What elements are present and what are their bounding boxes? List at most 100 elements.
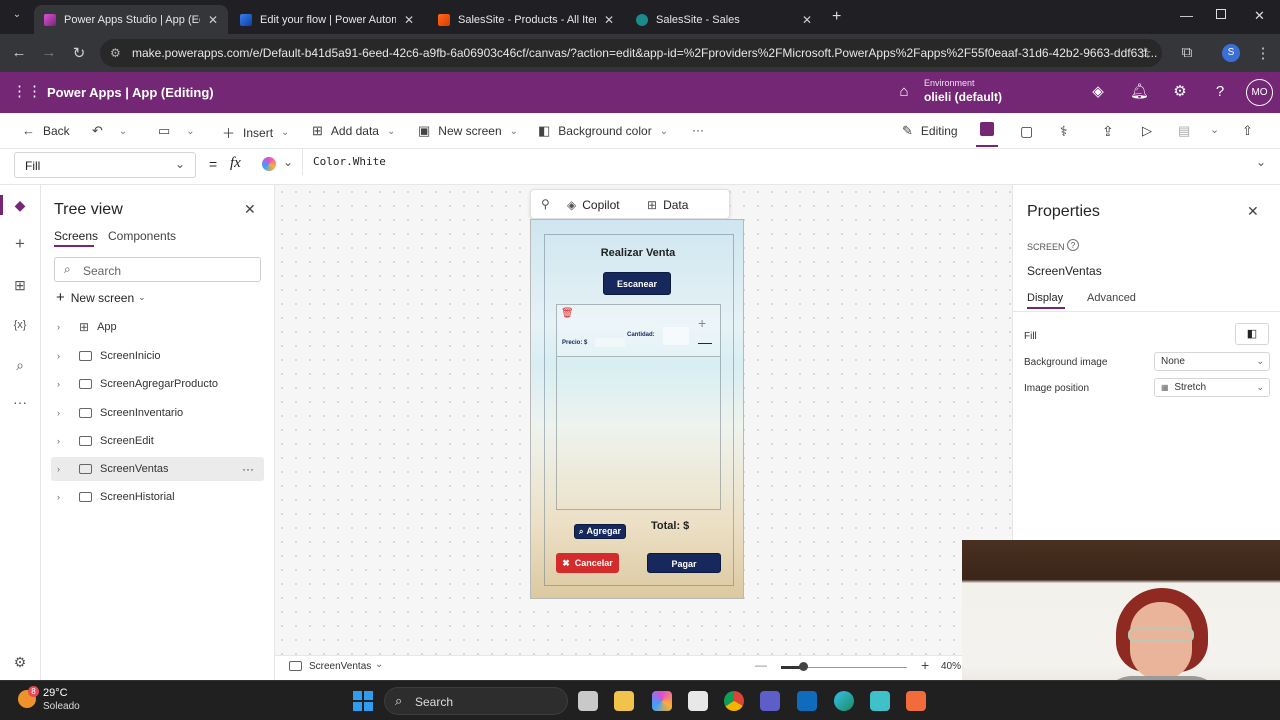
quantity-input[interactable] <box>663 327 689 345</box>
reload-icon[interactable]: ↻ <box>64 44 94 62</box>
increase-plus-icon[interactable]: + <box>698 315 706 331</box>
fx-icon[interactable]: fx <box>230 155 241 172</box>
tab-screens[interactable]: Screens <box>54 229 98 243</box>
browser-tab-salessite-products[interactable]: SalesSite - Products - All Items ✕ <box>428 5 624 34</box>
windows-start-icon[interactable] <box>353 691 373 711</box>
zoom-level[interactable]: 40% <box>941 661 961 672</box>
background-image-dropdown[interactable]: None ⌄ <box>1154 352 1270 371</box>
user-avatar[interactable]: MO <box>1246 79 1273 106</box>
site-info-icon[interactable]: ⚙ <box>110 39 121 67</box>
screen-title[interactable]: Realizar Venta <box>531 247 745 259</box>
chevron-right-icon[interactable]: › <box>57 464 67 474</box>
close-panel-icon[interactable]: ✕ <box>244 201 256 218</box>
store-icon[interactable] <box>688 691 708 711</box>
insert-button[interactable]: ＋ Insert ⌄ <box>222 123 289 142</box>
tab-advanced[interactable]: Advanced <box>1087 292 1136 304</box>
outlook-icon[interactable] <box>797 691 817 711</box>
chevron-right-icon[interactable]: › <box>57 322 67 332</box>
tree-item-screeninicio[interactable]: › ScreenInicio <box>51 344 264 368</box>
maximize-icon[interactable] <box>1216 9 1226 19</box>
environment-value[interactable]: olieli (default) <box>924 90 1002 104</box>
notifications-bell-icon[interactable]: 🔔︎ <box>1130 84 1149 100</box>
expand-formula-icon[interactable]: ⌄ <box>1256 155 1266 169</box>
undo-button[interactable]: ↶ ⌄ <box>92 123 127 139</box>
browser-tab-salessite-sales[interactable]: SalesSite - Sales ✕ <box>626 5 822 34</box>
address-bar[interactable]: ⚙ make.powerapps.com/e/Default-b41d5a91-… <box>100 39 1162 67</box>
bookmark-star-icon[interactable]: ☆ <box>1130 44 1160 62</box>
close-panel-icon[interactable]: ✕ <box>1247 203 1259 220</box>
copilot-app-icon[interactable] <box>652 691 672 711</box>
profile-avatar[interactable]: S <box>1222 44 1240 62</box>
tree-search-box[interactable]: ⌕ Search <box>54 257 261 282</box>
gallery-row[interactable]: 🗑︎ Precio: $ Cantidad: + <box>557 305 720 357</box>
browser-tab-power-automate[interactable]: Edit your flow | Power Automate ✕ <box>230 5 424 34</box>
close-window-icon[interactable]: ✕ <box>1254 8 1265 24</box>
app-launcher-icon[interactable]: ⋮⋮ <box>12 84 42 100</box>
chevron-down-icon[interactable]: ⌄ <box>186 126 194 137</box>
close-tab-icon[interactable]: ✕ <box>604 13 614 27</box>
tree-item-screeninventario[interactable]: › ScreenInventario <box>51 401 264 425</box>
property-dropdown[interactable]: Fill ⌄ <box>14 152 196 178</box>
tree-view-layers-icon[interactable]: ◆ <box>11 196 29 214</box>
screen-selector[interactable]: ScreenVentas <box>309 661 371 672</box>
chevron-right-icon[interactable]: › <box>57 351 67 361</box>
product-gallery[interactable]: 🗑︎ Precio: $ Cantidad: + <box>556 304 721 510</box>
tab-components[interactable]: Components <box>108 229 176 243</box>
settings-gear-icon[interactable]: ⚙ <box>11 653 29 671</box>
file-explorer-icon[interactable] <box>614 691 634 711</box>
data-table-icon[interactable]: ⊞ <box>11 276 29 294</box>
extensions-icon[interactable]: ⧉ <box>1172 44 1202 61</box>
teams-icon[interactable] <box>760 691 780 711</box>
settings-gear-icon[interactable]: ⚙ <box>1172 84 1188 100</box>
fill-color-picker[interactable]: ◧ <box>1235 323 1269 345</box>
scan-button[interactable]: Escanear <box>603 272 671 295</box>
tab-display[interactable]: Display <box>1027 292 1063 304</box>
new-screen-button[interactable]: + New screen ⌄ <box>56 289 146 306</box>
image-position-dropdown[interactable]: ▦ Stretch ⌄ <box>1154 378 1270 397</box>
share-icon[interactable]: ⇪ <box>1102 123 1114 140</box>
zoom-in-icon[interactable]: + <box>921 657 929 673</box>
copilot-icon[interactable]: ◈ <box>1090 84 1106 100</box>
tree-item-screenagregarproducto[interactable]: › ScreenAgregarProducto <box>51 372 264 396</box>
app-screen-preview[interactable]: Realizar Venta Escanear 🗑︎ Precio: $ Can… <box>530 219 744 599</box>
more-commands-button[interactable]: ··· <box>692 123 704 137</box>
preview-play-icon[interactable]: ▷ <box>1142 123 1152 139</box>
tree-item-screenventas[interactable]: › ScreenVentas ··· <box>51 457 264 481</box>
background-color-button[interactable]: ◧ Background color ⌄ <box>538 123 668 139</box>
chevron-right-icon[interactable]: › <box>57 492 67 502</box>
close-tab-icon[interactable]: ✕ <box>404 13 414 27</box>
data-button[interactable]: ⊞ Data <box>647 198 688 212</box>
health-monitor-icon[interactable]: ⚕ <box>1060 123 1068 140</box>
chevron-right-icon[interactable]: › <box>57 436 67 446</box>
app-checker-icon[interactable] <box>980 122 994 136</box>
new-screen-button[interactable]: ▣ New screen ⌄ <box>418 123 518 139</box>
decrease-minus-icon[interactable] <box>698 343 712 344</box>
chevron-down-icon[interactable]: ⌄ <box>119 126 127 137</box>
back-arrow-icon[interactable]: ← <box>4 44 34 61</box>
paste-button[interactable]: ▭ ⌄ <box>158 123 195 139</box>
pay-button[interactable]: Pagar <box>647 553 721 573</box>
new-tab-icon[interactable]: + <box>832 8 841 26</box>
taskbar-search-box[interactable]: ⌕ Search <box>384 687 568 715</box>
trash-icon[interactable]: 🗑︎ <box>561 308 574 319</box>
snipping-tool-icon[interactable] <box>906 691 926 711</box>
close-tab-icon[interactable]: ✕ <box>802 13 812 27</box>
control-name[interactable]: ScreenVentas <box>1027 264 1102 278</box>
back-button[interactable]: ← Back <box>22 123 70 138</box>
notepad-icon[interactable] <box>870 691 890 711</box>
task-view-icon[interactable] <box>578 691 598 711</box>
copilot-button[interactable]: ◈ Copilot <box>567 198 620 212</box>
editing-mode-button[interactable]: ✎ Editing <box>902 123 958 139</box>
forward-arrow-icon[interactable]: → <box>34 44 64 61</box>
zoom-slider-thumb[interactable] <box>799 662 808 671</box>
pin-icon[interactable]: ⚲ <box>541 197 550 211</box>
browser-menu-icon[interactable]: ⋮ <box>1248 44 1278 62</box>
copilot-formula-icon[interactable] <box>262 157 276 171</box>
save-icon[interactable]: ▤ <box>1178 123 1190 139</box>
chevron-down-icon[interactable]: ⌄ <box>375 659 383 670</box>
edge-icon[interactable] <box>834 691 854 711</box>
more-icon[interactable]: ··· <box>11 393 29 411</box>
cancel-button[interactable]: ✖ Cancelar <box>556 553 619 573</box>
chevron-right-icon[interactable]: › <box>57 379 67 389</box>
chevron-down-icon[interactable]: ⌄ <box>283 155 293 169</box>
